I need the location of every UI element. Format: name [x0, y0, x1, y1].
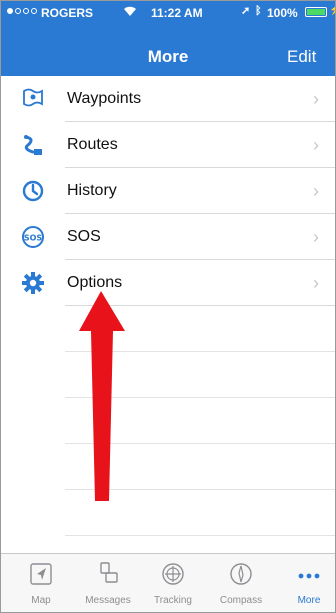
wifi-icon: [123, 5, 137, 20]
waypoint-flag-icon: [21, 87, 45, 111]
chevron-right-icon: ›: [313, 135, 319, 155]
charging-icon: ⚡: [329, 5, 335, 16]
more-dots-icon: [297, 562, 321, 586]
menu-item-history[interactable]: History ›: [1, 168, 335, 214]
status-bar: ROGERS 11:22 AM ➚ ᛒ 100% ⚡: [1, 1, 335, 25]
chevron-right-icon: ›: [313, 181, 319, 201]
empty-row: [1, 306, 335, 352]
tab-label: Compass: [219, 595, 263, 606]
menu-item-label: Waypoints: [67, 90, 142, 107]
empty-row: [1, 398, 335, 444]
map-arrow-icon: [29, 562, 53, 586]
location-arrow-icon: ➚: [241, 5, 251, 17]
signal-strength-icon: [7, 8, 37, 14]
compass-icon: [229, 562, 253, 586]
history-icon: [21, 179, 45, 203]
more-menu-list: Waypoints › Routes › History › SOS SOS ›…: [1, 76, 335, 536]
tab-more[interactable]: More: [277, 554, 335, 612]
menu-item-label: SOS: [67, 228, 101, 245]
empty-row: [1, 444, 335, 490]
svg-text:SOS: SOS: [24, 234, 43, 243]
route-icon: [21, 133, 45, 157]
messages-icon: [96, 562, 120, 586]
chevron-right-icon: ›: [313, 227, 319, 247]
tab-compass[interactable]: Compass: [209, 554, 273, 612]
sos-icon: SOS: [21, 225, 45, 249]
battery-percent: 100%: [267, 6, 298, 20]
empty-row: [1, 352, 335, 398]
edit-button[interactable]: Edit: [287, 47, 316, 67]
battery-level: [307, 9, 325, 15]
menu-item-label: History: [67, 182, 117, 199]
tab-bar: Map Messages Tracking Compass More: [1, 553, 335, 612]
chevron-right-icon: ›: [313, 273, 319, 293]
tab-label: Map: [31, 595, 51, 606]
menu-item-label: Routes: [67, 136, 118, 153]
tab-label: More: [297, 595, 321, 606]
app-frame: ROGERS 11:22 AM ➚ ᛒ 100% ⚡ More Edit Way…: [0, 0, 336, 613]
annotation-arrow-icon: [79, 291, 125, 501]
tab-messages[interactable]: Messages: [76, 554, 140, 612]
menu-item-sos[interactable]: SOS SOS ›: [1, 214, 335, 260]
tab-label: Messages: [85, 595, 131, 606]
chevron-right-icon: ›: [313, 89, 319, 109]
tracking-icon: [161, 562, 185, 586]
page-title: More: [147, 47, 189, 66]
tab-label: Tracking: [154, 595, 192, 606]
status-time: 11:22 AM: [151, 6, 203, 20]
menu-item-label: Options: [67, 274, 123, 291]
tab-tracking[interactable]: Tracking: [141, 554, 205, 612]
bluetooth-icon: ᛒ: [255, 5, 262, 17]
menu-item-routes[interactable]: Routes ›: [1, 122, 335, 168]
tab-map[interactable]: Map: [9, 554, 73, 612]
menu-item-waypoints[interactable]: Waypoints ›: [1, 76, 335, 122]
battery-icon: [305, 7, 327, 17]
nav-header: ROGERS 11:22 AM ➚ ᛒ 100% ⚡ More Edit: [1, 1, 335, 76]
empty-row: [1, 490, 335, 536]
carrier-name: ROGERS: [41, 6, 94, 20]
gear-icon: [21, 271, 45, 295]
menu-item-options[interactable]: Options ›: [1, 260, 335, 306]
